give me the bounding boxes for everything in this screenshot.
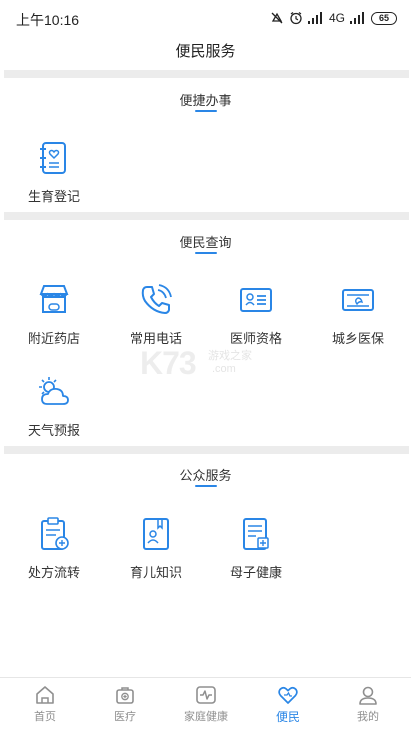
signal-icon <box>307 12 324 24</box>
section-underline <box>195 110 217 112</box>
heart-icon <box>278 686 298 704</box>
insurance-card-icon <box>338 280 378 320</box>
nav-item-mine[interactable]: 我的 <box>327 684 409 728</box>
section-divider <box>4 212 409 220</box>
no-signal-icon <box>270 11 284 25</box>
status-time: 上午10:16 <box>16 12 80 28</box>
nav-item-convenience[interactable]: 便民 <box>247 684 329 728</box>
phone-icon <box>136 280 176 320</box>
tile-label: 生育登记 <box>27 189 80 204</box>
nav-item-medical[interactable]: 医疗 <box>84 684 166 728</box>
section-divider <box>4 70 409 78</box>
battery-indicator: 65 <box>371 11 397 25</box>
nav-label: 便民 <box>275 710 300 724</box>
tile-nearby-pharmacy[interactable]: 附近药店 <box>4 280 104 360</box>
nav-label: 医疗 <box>114 711 136 723</box>
home-icon <box>36 686 54 704</box>
tile-weather-forecast[interactable]: 天气预报 <box>4 372 104 452</box>
tile-label: 母子健康 <box>229 565 282 580</box>
tile-label: 处方流转 <box>27 565 80 580</box>
maternal-health-icon <box>236 514 276 554</box>
watermark-logo: K73 游戏之家 .com <box>140 345 280 385</box>
section-title-query: 便民查询 <box>179 235 232 250</box>
heartbeat-monitor-icon <box>196 686 216 704</box>
user-icon <box>359 686 377 705</box>
nav-label: 家庭健康 <box>184 711 228 723</box>
tile-label: 育儿知识 <box>129 565 182 580</box>
id-card-icon <box>236 280 276 320</box>
status-icons: 4G 65 <box>270 9 397 27</box>
tile-birth-registration[interactable]: 生育登记 <box>4 138 104 218</box>
watermark-brand: K73 <box>140 345 197 381</box>
pharmacy-store-icon <box>34 280 74 320</box>
weather-icon <box>34 372 74 412</box>
nav-item-home[interactable]: 首页 <box>4 684 86 728</box>
network-type: 4G <box>328 11 345 25</box>
bottom-nav: 首页 医疗 家庭健康 便民 我的 <box>0 677 411 729</box>
parenting-book-icon <box>136 514 176 554</box>
tile-label: 附近药店 <box>27 331 80 346</box>
section-title-public: 公众服务 <box>179 468 232 483</box>
section-divider <box>4 446 409 454</box>
tile-maternal-child-health[interactable]: 母子健康 <box>206 514 306 594</box>
nav-label: 我的 <box>357 711 379 723</box>
tile-prescription-transfer[interactable]: 处方流转 <box>4 514 104 594</box>
prescription-icon <box>34 514 74 554</box>
tile-urban-rural-insurance[interactable]: 城乡医保 <box>308 280 408 360</box>
tile-label: 天气预报 <box>27 423 80 438</box>
alarm-icon <box>289 11 303 25</box>
nav-item-family-health[interactable]: 家庭健康 <box>165 684 247 728</box>
status-bar: 上午10:16 4G 65 <box>0 0 411 36</box>
section-underline <box>195 252 217 254</box>
page-title: 便民服务 <box>175 43 236 60</box>
watermark-domain: .com <box>212 363 236 375</box>
signal-icon-2 <box>350 12 366 24</box>
medical-kit-icon <box>116 687 134 704</box>
section-title-quick: 便捷办事 <box>179 93 232 108</box>
nav-label: 首页 <box>34 711 56 723</box>
watermark-sub: 游戏之家 <box>208 350 252 362</box>
section-underline <box>195 485 217 487</box>
tile-label: 城乡医保 <box>331 331 384 346</box>
tile-parenting-knowledge[interactable]: 育儿知识 <box>106 514 206 594</box>
birth-registration-icon <box>34 138 74 178</box>
